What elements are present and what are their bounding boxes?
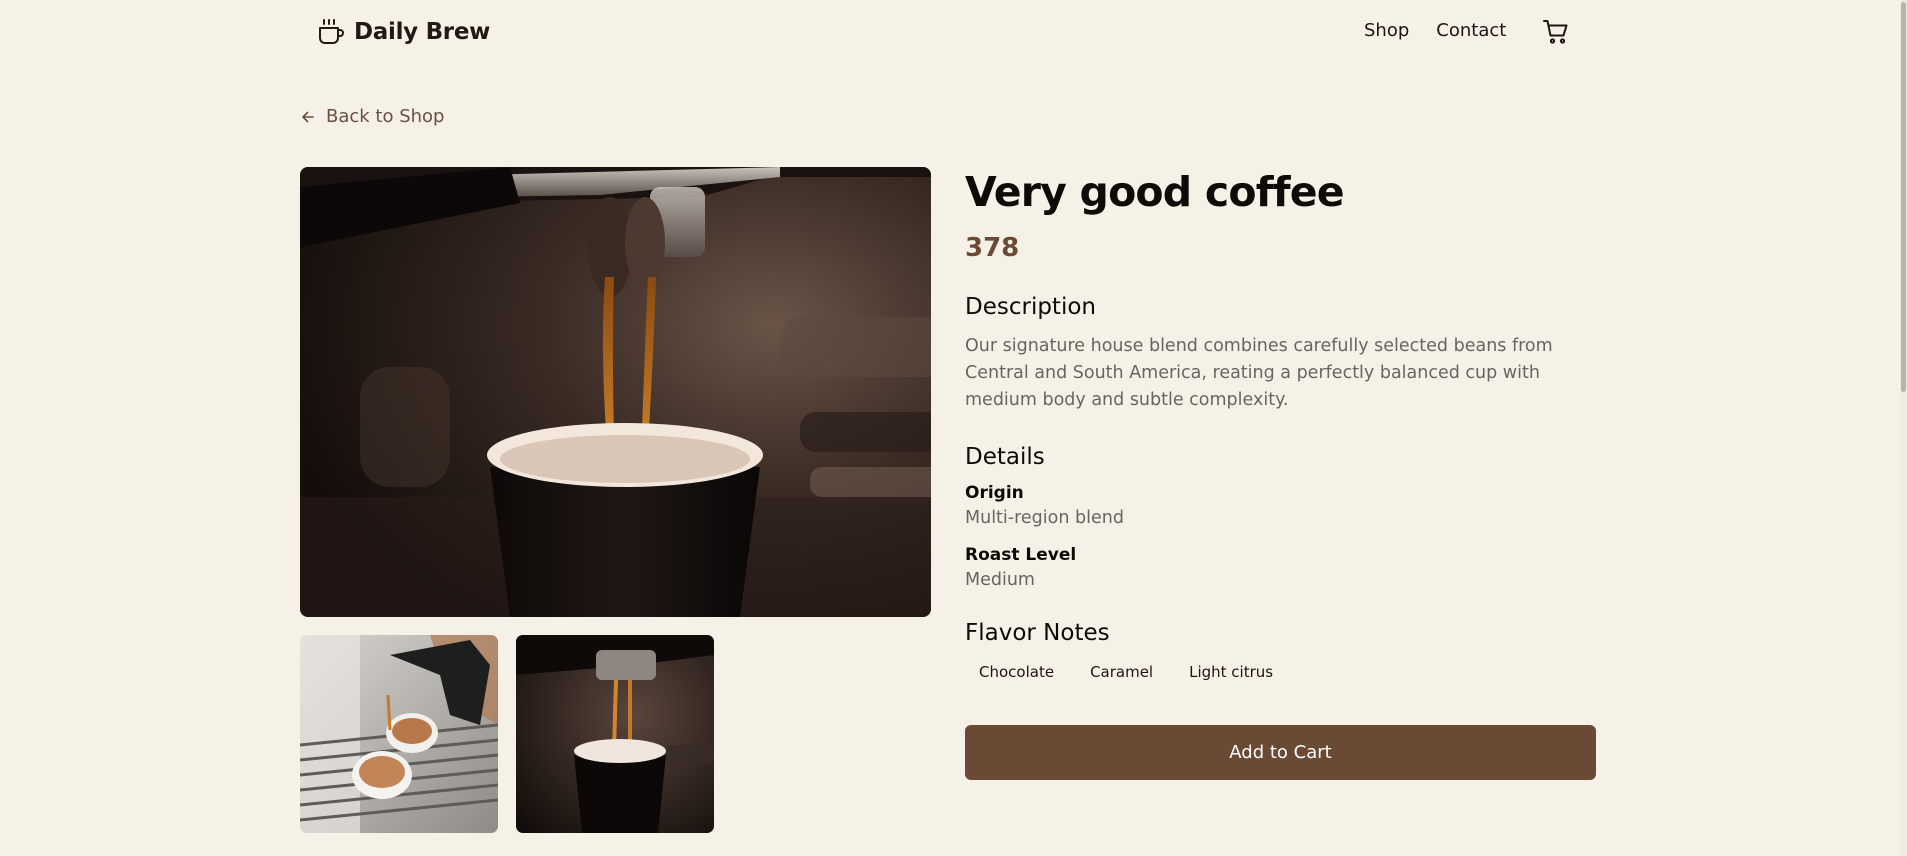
site-header: Daily Brew Shop Contact: [0, 0, 1907, 66]
flavor-note-chip: Light citrus: [1189, 663, 1274, 681]
detail-value-origin: Multi-region blend: [965, 508, 1124, 528]
detail-value-roast-level: Medium: [965, 570, 1035, 590]
product-price: 378: [965, 233, 1020, 263]
arrow-left-icon: [302, 111, 314, 122]
detail-label-origin: Origin: [965, 483, 1024, 503]
flavor-note-chip: Chocolate: [979, 663, 1055, 681]
brand-name: Daily Brew: [354, 19, 491, 45]
product-page: Daily Brew Shop Contact Back to Shop Ver…: [0, 0, 1907, 856]
flavor-note-chip: Caramel: [1090, 663, 1154, 681]
flavor-notes-list: Chocolate Caramel Light citrus: [965, 658, 1596, 686]
scrollbar-thumb[interactable]: [1901, 2, 1906, 392]
detail-label-roast-level: Roast Level: [965, 545, 1077, 565]
product-title: Very good coffee: [965, 168, 1345, 216]
nav-contact-link[interactable]: Contact: [1436, 20, 1506, 41]
thumbnail-image-1[interactable]: [300, 635, 498, 833]
add-to-cart-button[interactable]: Add to Cart: [965, 725, 1596, 780]
product-info: Very good coffee 378 Description Our sig…: [965, 166, 1596, 686]
details-heading: Details: [965, 444, 1045, 470]
flavor-notes-heading: Flavor Notes: [965, 620, 1110, 646]
thumbnail-image-2[interactable]: [516, 635, 714, 833]
description-heading: Description: [965, 294, 1096, 320]
brand-logo[interactable]: Daily Brew: [318, 17, 490, 47]
main-product-image: [300, 167, 931, 617]
main-nav: Shop Contact: [1364, 20, 1506, 41]
back-to-shop-label: Back to Shop: [326, 106, 445, 127]
product-description: Our signature house blend combines caref…: [965, 336, 1553, 410]
cart-icon[interactable]: [1542, 18, 1570, 46]
back-to-shop-link[interactable]: Back to Shop: [300, 106, 445, 127]
coffee-cup-icon: [319, 19, 344, 44]
nav-shop-link[interactable]: Shop: [1364, 20, 1409, 41]
